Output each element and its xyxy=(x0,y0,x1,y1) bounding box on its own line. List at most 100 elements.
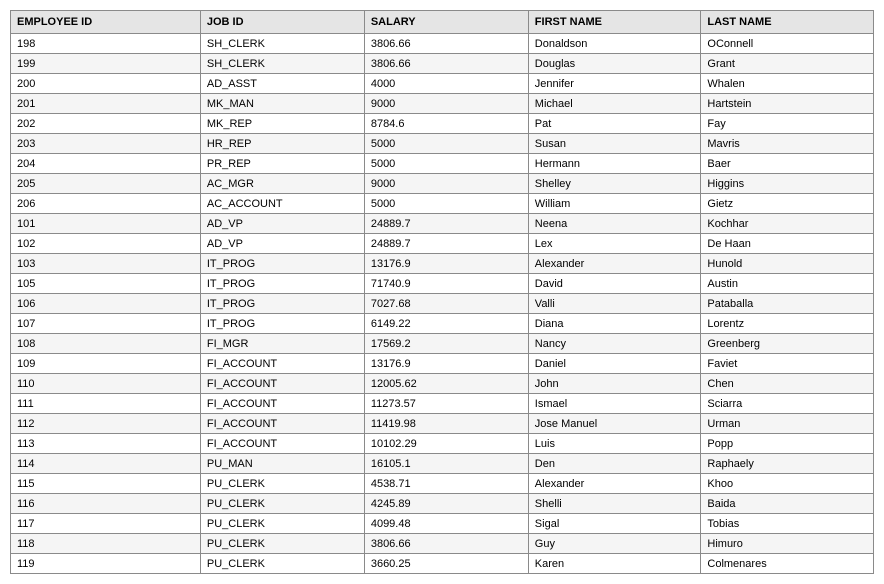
cell-salary: 9000 xyxy=(364,94,528,114)
cell-salary: 4099.48 xyxy=(364,514,528,534)
table-row: 103IT_PROG13176.9AlexanderHunold xyxy=(11,254,874,274)
employee-table: EMPLOYEE ID JOB ID SALARY FIRST NAME LAS… xyxy=(10,10,874,574)
cell-job-id: AC_ACCOUNT xyxy=(200,194,364,214)
cell-first-name: Shelley xyxy=(528,174,701,194)
cell-last-name: Raphaely xyxy=(701,454,874,474)
table-header-row: EMPLOYEE ID JOB ID SALARY FIRST NAME LAS… xyxy=(11,11,874,34)
cell-employee-id: 114 xyxy=(11,454,201,474)
cell-job-id: FI_MGR xyxy=(200,334,364,354)
cell-employee-id: 112 xyxy=(11,414,201,434)
cell-first-name: Douglas xyxy=(528,54,701,74)
cell-last-name: Greenberg xyxy=(701,334,874,354)
cell-employee-id: 116 xyxy=(11,494,201,514)
table-row: 111FI_ACCOUNT11273.57IsmaelSciarra xyxy=(11,394,874,414)
cell-last-name: Higgins xyxy=(701,174,874,194)
cell-first-name: Luis xyxy=(528,434,701,454)
cell-last-name: Popp xyxy=(701,434,874,454)
cell-last-name: Himuro xyxy=(701,534,874,554)
cell-job-id: IT_PROG xyxy=(200,254,364,274)
cell-first-name: Hermann xyxy=(528,154,701,174)
cell-employee-id: 119 xyxy=(11,554,201,574)
cell-job-id: SH_CLERK xyxy=(200,34,364,54)
table-row: 202MK_REP8784.6PatFay xyxy=(11,114,874,134)
cell-job-id: PR_REP xyxy=(200,154,364,174)
cell-first-name: Diana xyxy=(528,314,701,334)
cell-job-id: PU_CLERK xyxy=(200,494,364,514)
cell-last-name: Kochhar xyxy=(701,214,874,234)
cell-salary: 3806.66 xyxy=(364,34,528,54)
cell-first-name: Jennifer xyxy=(528,74,701,94)
cell-last-name: Faviet xyxy=(701,354,874,374)
cell-first-name: Jose Manuel xyxy=(528,414,701,434)
table-row: 206AC_ACCOUNT5000WilliamGietz xyxy=(11,194,874,214)
table-body: 198SH_CLERK3806.66DonaldsonOConnell199SH… xyxy=(11,34,874,574)
cell-last-name: Chen xyxy=(701,374,874,394)
table-row: 110FI_ACCOUNT12005.62JohnChen xyxy=(11,374,874,394)
cell-salary: 5000 xyxy=(364,154,528,174)
table-row: 200AD_ASST4000JenniferWhalen xyxy=(11,74,874,94)
col-first-name: FIRST NAME xyxy=(528,11,701,34)
cell-last-name: Pataballa xyxy=(701,294,874,314)
table-row: 108FI_MGR17569.2NancyGreenberg xyxy=(11,334,874,354)
cell-salary: 10102.29 xyxy=(364,434,528,454)
cell-job-id: PU_CLERK xyxy=(200,534,364,554)
table-row: 113FI_ACCOUNT10102.29LuisPopp xyxy=(11,434,874,454)
cell-job-id: PU_CLERK xyxy=(200,474,364,494)
cell-last-name: Colmenares xyxy=(701,554,874,574)
cell-first-name: Susan xyxy=(528,134,701,154)
cell-first-name: David xyxy=(528,274,701,294)
cell-salary: 13176.9 xyxy=(364,354,528,374)
cell-last-name: Whalen xyxy=(701,74,874,94)
cell-employee-id: 198 xyxy=(11,34,201,54)
cell-salary: 13176.9 xyxy=(364,254,528,274)
cell-last-name: Urman xyxy=(701,414,874,434)
cell-employee-id: 102 xyxy=(11,234,201,254)
table-row: 204PR_REP5000HermannBaer xyxy=(11,154,874,174)
cell-employee-id: 199 xyxy=(11,54,201,74)
cell-first-name: John xyxy=(528,374,701,394)
cell-job-id: AD_VP xyxy=(200,234,364,254)
table-row: 102AD_VP24889.7LexDe Haan xyxy=(11,234,874,254)
cell-job-id: AD_VP xyxy=(200,214,364,234)
cell-employee-id: 109 xyxy=(11,354,201,374)
cell-first-name: Nancy xyxy=(528,334,701,354)
cell-salary: 12005.62 xyxy=(364,374,528,394)
cell-job-id: FI_ACCOUNT xyxy=(200,374,364,394)
cell-first-name: Valli xyxy=(528,294,701,314)
table-row: 198SH_CLERK3806.66DonaldsonOConnell xyxy=(11,34,874,54)
cell-first-name: Lex xyxy=(528,234,701,254)
cell-first-name: Pat xyxy=(528,114,701,134)
table-row: 118PU_CLERK3806.66GuyHimuro xyxy=(11,534,874,554)
cell-salary: 6149.22 xyxy=(364,314,528,334)
cell-last-name: Baer xyxy=(701,154,874,174)
cell-salary: 24889.7 xyxy=(364,214,528,234)
cell-job-id: IT_PROG xyxy=(200,294,364,314)
cell-last-name: Grant xyxy=(701,54,874,74)
cell-first-name: Karen xyxy=(528,554,701,574)
table-row: 199SH_CLERK3806.66DouglasGrant xyxy=(11,54,874,74)
cell-first-name: Den xyxy=(528,454,701,474)
cell-employee-id: 108 xyxy=(11,334,201,354)
table-row: 116PU_CLERK4245.89ShelliBaida xyxy=(11,494,874,514)
table-row: 117PU_CLERK4099.48SigalTobias xyxy=(11,514,874,534)
cell-employee-id: 110 xyxy=(11,374,201,394)
cell-employee-id: 113 xyxy=(11,434,201,454)
cell-employee-id: 103 xyxy=(11,254,201,274)
cell-first-name: Alexander xyxy=(528,474,701,494)
table-row: 201MK_MAN9000MichaelHartstein xyxy=(11,94,874,114)
cell-last-name: Hunold xyxy=(701,254,874,274)
cell-first-name: Guy xyxy=(528,534,701,554)
cell-salary: 17569.2 xyxy=(364,334,528,354)
cell-first-name: Sigal xyxy=(528,514,701,534)
cell-employee-id: 105 xyxy=(11,274,201,294)
cell-first-name: Alexander xyxy=(528,254,701,274)
table-row: 106IT_PROG7027.68ValliPataballa xyxy=(11,294,874,314)
cell-salary: 3806.66 xyxy=(364,534,528,554)
cell-last-name: Austin xyxy=(701,274,874,294)
table-row: 101AD_VP24889.7NeenaKochhar xyxy=(11,214,874,234)
cell-first-name: Neena xyxy=(528,214,701,234)
cell-salary: 3806.66 xyxy=(364,54,528,74)
cell-employee-id: 206 xyxy=(11,194,201,214)
cell-last-name: De Haan xyxy=(701,234,874,254)
cell-salary: 4538.71 xyxy=(364,474,528,494)
